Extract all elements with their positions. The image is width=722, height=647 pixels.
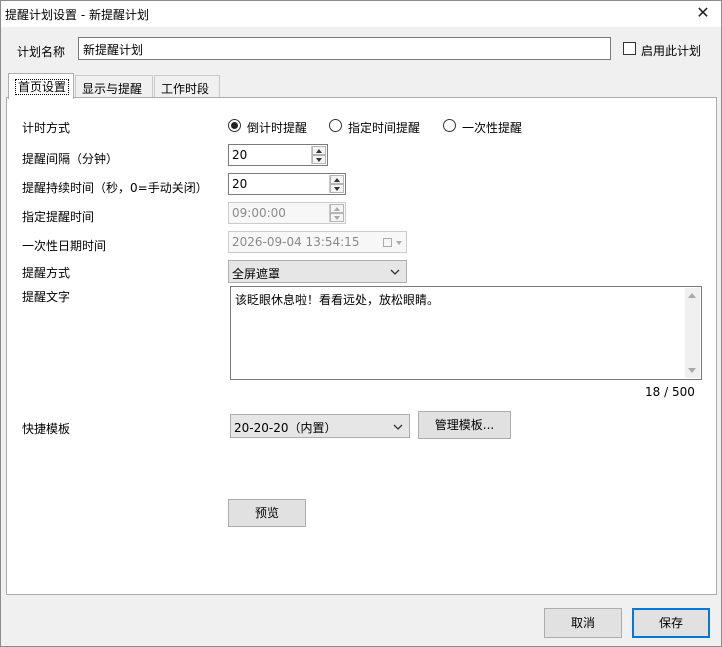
scroll-down-icon[interactable] bbox=[688, 368, 696, 373]
char-count: 18 / 500 bbox=[645, 385, 695, 399]
spin-down-icon[interactable] bbox=[330, 184, 344, 193]
method-value: 全屏遮罩 bbox=[232, 267, 281, 281]
duration-spin-buttons[interactable] bbox=[329, 175, 344, 193]
once-datetime-label: 一次性日期时间 bbox=[22, 239, 107, 253]
interval-spin-buttons[interactable] bbox=[311, 146, 326, 164]
fixed-time-value: 09:00:00 bbox=[232, 206, 286, 220]
chevron-down-icon bbox=[390, 269, 400, 275]
enable-plan-label: 启用此计划 bbox=[641, 44, 702, 58]
template-label: 快捷模板 bbox=[22, 422, 71, 436]
text-scrollbar[interactable] bbox=[685, 288, 700, 378]
once-datetime-value: 2026-09-04 13:54:15 bbox=[232, 235, 360, 249]
tab-display-reminder[interactable]: 显示与提醒 bbox=[75, 75, 153, 98]
radio-fixed-time[interactable] bbox=[329, 119, 342, 132]
enable-plan-checkbox[interactable] bbox=[623, 42, 636, 55]
radio-once-label: 一次性提醒 bbox=[462, 121, 523, 135]
reminder-text-area[interactable]: 该眨眼休息啦！看看远处，放松眼睛。 bbox=[230, 286, 702, 380]
save-button[interactable]: 保存 bbox=[632, 608, 710, 638]
scroll-up-icon[interactable] bbox=[688, 293, 696, 298]
chevron-down-icon bbox=[396, 241, 402, 245]
spin-up-icon[interactable] bbox=[330, 175, 344, 184]
radio-countdown[interactable] bbox=[228, 119, 241, 132]
preview-button[interactable]: 预览 bbox=[228, 499, 306, 527]
timer-mode-label: 计时方式 bbox=[22, 121, 71, 135]
plan-name-input[interactable]: 新提醒计划 bbox=[78, 37, 611, 60]
tab-home-settings-label: 首页设置 bbox=[15, 79, 70, 95]
title-bar: 提醒计划设置 - 新提醒计划 ✕ bbox=[1, 1, 721, 27]
cancel-button[interactable]: 取消 bbox=[544, 608, 622, 638]
spin-up-icon bbox=[330, 204, 344, 213]
plan-name-value: 新提醒计划 bbox=[83, 43, 144, 57]
once-datetime-picker: 2026-09-04 13:54:15 bbox=[228, 231, 407, 253]
radio-countdown-label: 倒计时提醒 bbox=[247, 121, 308, 135]
fixed-time-stepper: 09:00:00 bbox=[228, 202, 346, 224]
fixed-time-label: 指定提醒时间 bbox=[22, 210, 95, 224]
fixed-time-spin-buttons bbox=[329, 204, 344, 222]
interval-value: 20 bbox=[232, 148, 248, 162]
reminder-text-value: 该眨眼休息啦！看看远处，放松眼睛。 bbox=[235, 293, 440, 307]
template-select[interactable]: 20-20-20（内置） bbox=[230, 414, 410, 438]
interval-label: 提醒间隔（分钟） bbox=[22, 152, 119, 166]
tab-work-hours[interactable]: 工作时段 bbox=[154, 75, 220, 98]
close-icon[interactable]: ✕ bbox=[693, 3, 713, 23]
calendar-icon bbox=[383, 238, 392, 247]
method-select[interactable]: 全屏遮罩 bbox=[228, 260, 407, 283]
dialog-window: 提醒计划设置 - 新提醒计划 ✕ 计划名称 新提醒计划 启用此计划 首页设置 显… bbox=[0, 0, 722, 647]
template-value: 20-20-20（内置） bbox=[234, 421, 337, 435]
settings-panel: 计时方式 倒计时提醒 指定时间提醒 一次性提醒 提醒间隔（分钟） 20 提醒持续… bbox=[6, 97, 717, 595]
spin-down-icon[interactable] bbox=[312, 155, 326, 164]
method-label: 提醒方式 bbox=[22, 266, 71, 280]
chevron-down-icon bbox=[393, 424, 403, 430]
plan-name-label: 计划名称 bbox=[17, 45, 66, 59]
duration-label: 提醒持续时间（秒，0=手动关闭） bbox=[22, 181, 208, 195]
interval-stepper[interactable]: 20 bbox=[228, 144, 328, 166]
window-title: 提醒计划设置 - 新提醒计划 bbox=[5, 8, 149, 22]
radio-once[interactable] bbox=[443, 119, 456, 132]
tab-display-reminder-label: 显示与提醒 bbox=[82, 82, 143, 96]
text-label: 提醒文字 bbox=[22, 290, 71, 304]
tab-home-settings[interactable]: 首页设置 bbox=[8, 73, 74, 99]
radio-fixed-time-label: 指定时间提醒 bbox=[348, 121, 421, 135]
duration-stepper[interactable]: 20 bbox=[228, 173, 346, 195]
duration-value: 20 bbox=[232, 177, 248, 191]
manage-templates-button[interactable]: 管理模板... bbox=[418, 411, 511, 439]
spin-up-icon[interactable] bbox=[312, 146, 326, 155]
tab-work-hours-label: 工作时段 bbox=[161, 82, 210, 96]
spin-down-icon bbox=[330, 213, 344, 222]
